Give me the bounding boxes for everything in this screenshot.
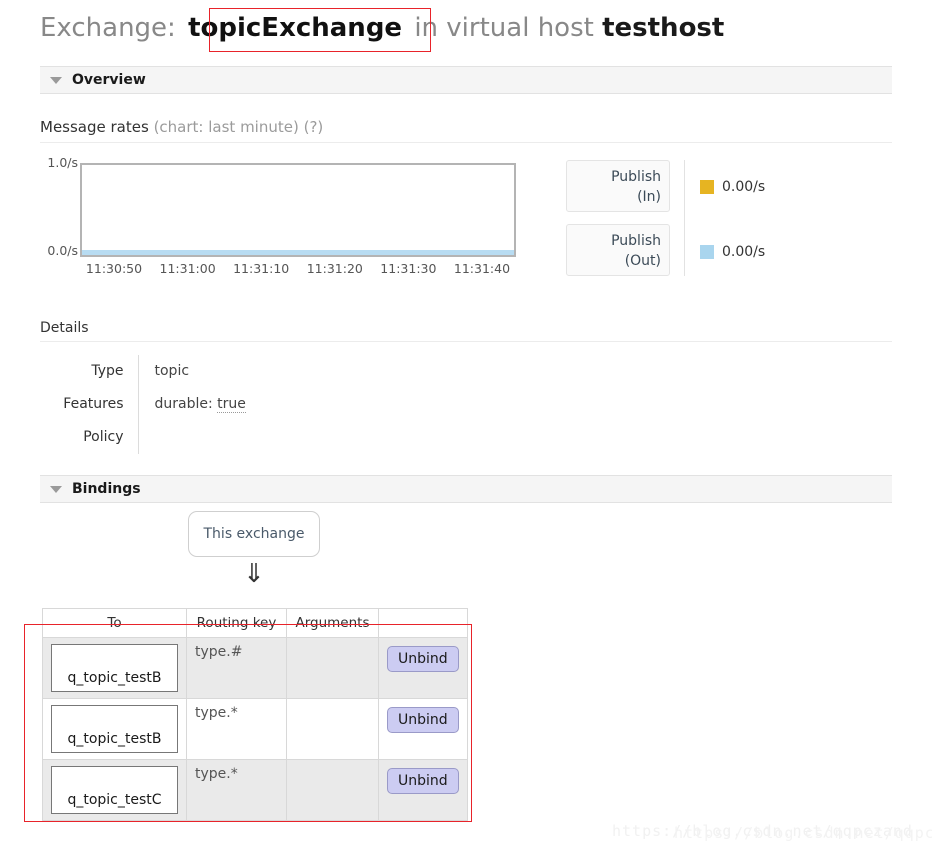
table-row: q_topic_testB type.* Unbind <box>42 698 468 760</box>
legend-value-publish-out: 0.00/s <box>722 244 766 260</box>
chart-xtick: 11:31:20 <box>306 261 363 276</box>
queue-link[interactable]: q_topic_testB <box>51 705 178 753</box>
legend-divider <box>684 160 685 276</box>
binding-to-cell: q_topic_testB <box>42 637 187 699</box>
legend-button-publish-in-line2: (In) <box>637 189 661 205</box>
details-value-policy <box>138 421 246 454</box>
section-header-overview-label: Overview <box>72 72 146 88</box>
chart-xtick: 11:31:30 <box>380 261 437 276</box>
chart-xtick: 11:30:50 <box>85 261 143 276</box>
chart-ytick-bottom: 0.0/s <box>47 243 78 258</box>
bindings-table-header-row: To Routing key Arguments <box>42 608 468 638</box>
legend-button-publish-out[interactable]: Publish (Out) <box>566 224 670 276</box>
details-label-policy: Policy <box>40 421 139 454</box>
watermark: https://blog.csdn.net/qqpczand https://b… <box>612 822 932 842</box>
legend-button-publish-in[interactable]: Publish (In) <box>566 160 670 212</box>
binding-action-cell: Unbind <box>378 637 468 699</box>
chart-xtick: 11:31:10 <box>233 261 290 276</box>
legend-swatch-publish-in <box>700 180 714 194</box>
unbind-button[interactable]: Unbind <box>387 707 459 733</box>
binding-action-cell: Unbind <box>378 698 468 760</box>
legend-entry-publish-in: 0.00/s <box>700 179 765 195</box>
bindings-column-to[interactable]: To <box>42 608 187 638</box>
page-title-middle: in virtual host <box>414 13 594 43</box>
queue-link[interactable]: q_topic_testC <box>51 766 178 814</box>
binding-arguments-cell <box>286 759 379 821</box>
details-label-type: Type <box>40 355 139 388</box>
details-value-features-prefix: durable: <box>154 396 218 412</box>
binding-arguments-cell <box>286 698 379 760</box>
queue-link[interactable]: q_topic_testB <box>51 644 178 692</box>
binding-action-cell: Unbind <box>378 759 468 821</box>
chart-series-publish-out <box>82 250 514 255</box>
bindings-column-routing-key[interactable]: Routing key <box>186 608 287 638</box>
table-row: q_topic_testB type.# Unbind <box>42 637 468 699</box>
details-heading: Details <box>40 320 892 342</box>
details-row-features: Features durable: true <box>40 388 246 421</box>
exchange-detail-page: Exchange: topicExchange in virtual host … <box>0 0 932 852</box>
down-double-arrow-icon: ⇓ <box>243 559 265 589</box>
details-value-features: durable: true <box>138 388 246 421</box>
page-title-prefix: Exchange: <box>40 13 176 43</box>
vhost-name: testhost <box>602 13 725 43</box>
details-row-policy: Policy <box>40 421 246 454</box>
message-rates-note[interactable]: (chart: last minute) (?) <box>154 118 324 136</box>
section-header-bindings[interactable]: Bindings <box>40 475 892 503</box>
bindings-column-arguments[interactable]: Arguments <box>286 608 379 638</box>
details-row-type: Type topic <box>40 355 246 388</box>
chart-xtick: 11:31:40 <box>453 261 511 276</box>
this-exchange-box: This exchange <box>188 511 320 557</box>
binding-to-cell: q_topic_testB <box>42 698 187 760</box>
watermark-text-overlay: https://blog.csdn.net/qqpczand <box>674 824 932 842</box>
exchange-name: topicExchange <box>188 13 403 43</box>
chart-plot-area <box>80 163 516 257</box>
legend-button-publish-in-line1: Publish <box>611 169 661 185</box>
legend-swatch-publish-out <box>700 245 714 259</box>
chevron-down-icon <box>50 76 62 84</box>
bindings-table: To Routing key Arguments q_topic_testB t… <box>42 608 468 821</box>
section-header-bindings-label: Bindings <box>72 481 141 497</box>
chevron-down-icon <box>50 485 62 493</box>
legend-entry-publish-out: 0.00/s <box>700 244 765 260</box>
details-table: Type topic Features durable: true Policy <box>40 355 246 454</box>
chart-xaxis-labels: 11:30:50 11:31:00 11:31:10 11:31:20 11:3… <box>80 261 516 276</box>
chart-ytick-top: 1.0/s <box>47 155 78 170</box>
details-value-type: topic <box>154 363 190 379</box>
table-row: q_topic_testC type.* Unbind <box>42 759 468 821</box>
section-header-overview[interactable]: Overview <box>40 66 892 94</box>
details-value-features-flag: true <box>217 396 246 413</box>
legend-value-publish-in: 0.00/s <box>722 179 766 195</box>
binding-routing-key-cell: type.* <box>186 759 287 821</box>
details-label-features: Features <box>40 388 139 421</box>
page-title: Exchange: topicExchange in virtual host … <box>40 8 724 48</box>
binding-routing-key-cell: type.# <box>186 637 287 699</box>
binding-routing-key-cell: type.* <box>186 698 287 760</box>
this-exchange-label: This exchange <box>203 526 305 542</box>
binding-to-cell: q_topic_testC <box>42 759 187 821</box>
message-rates-heading: Message rates (chart: last minute) (?) <box>40 118 892 143</box>
message-rates-label: Message rates <box>40 118 149 136</box>
chart-xtick: 11:31:00 <box>159 261 216 276</box>
bindings-column-actions <box>378 608 468 638</box>
binding-arguments-cell <box>286 637 379 699</box>
legend-button-publish-out-line2: (Out) <box>624 253 661 269</box>
legend-button-publish-out-line1: Publish <box>611 233 661 249</box>
unbind-button[interactable]: Unbind <box>387 646 459 672</box>
unbind-button[interactable]: Unbind <box>387 768 459 794</box>
